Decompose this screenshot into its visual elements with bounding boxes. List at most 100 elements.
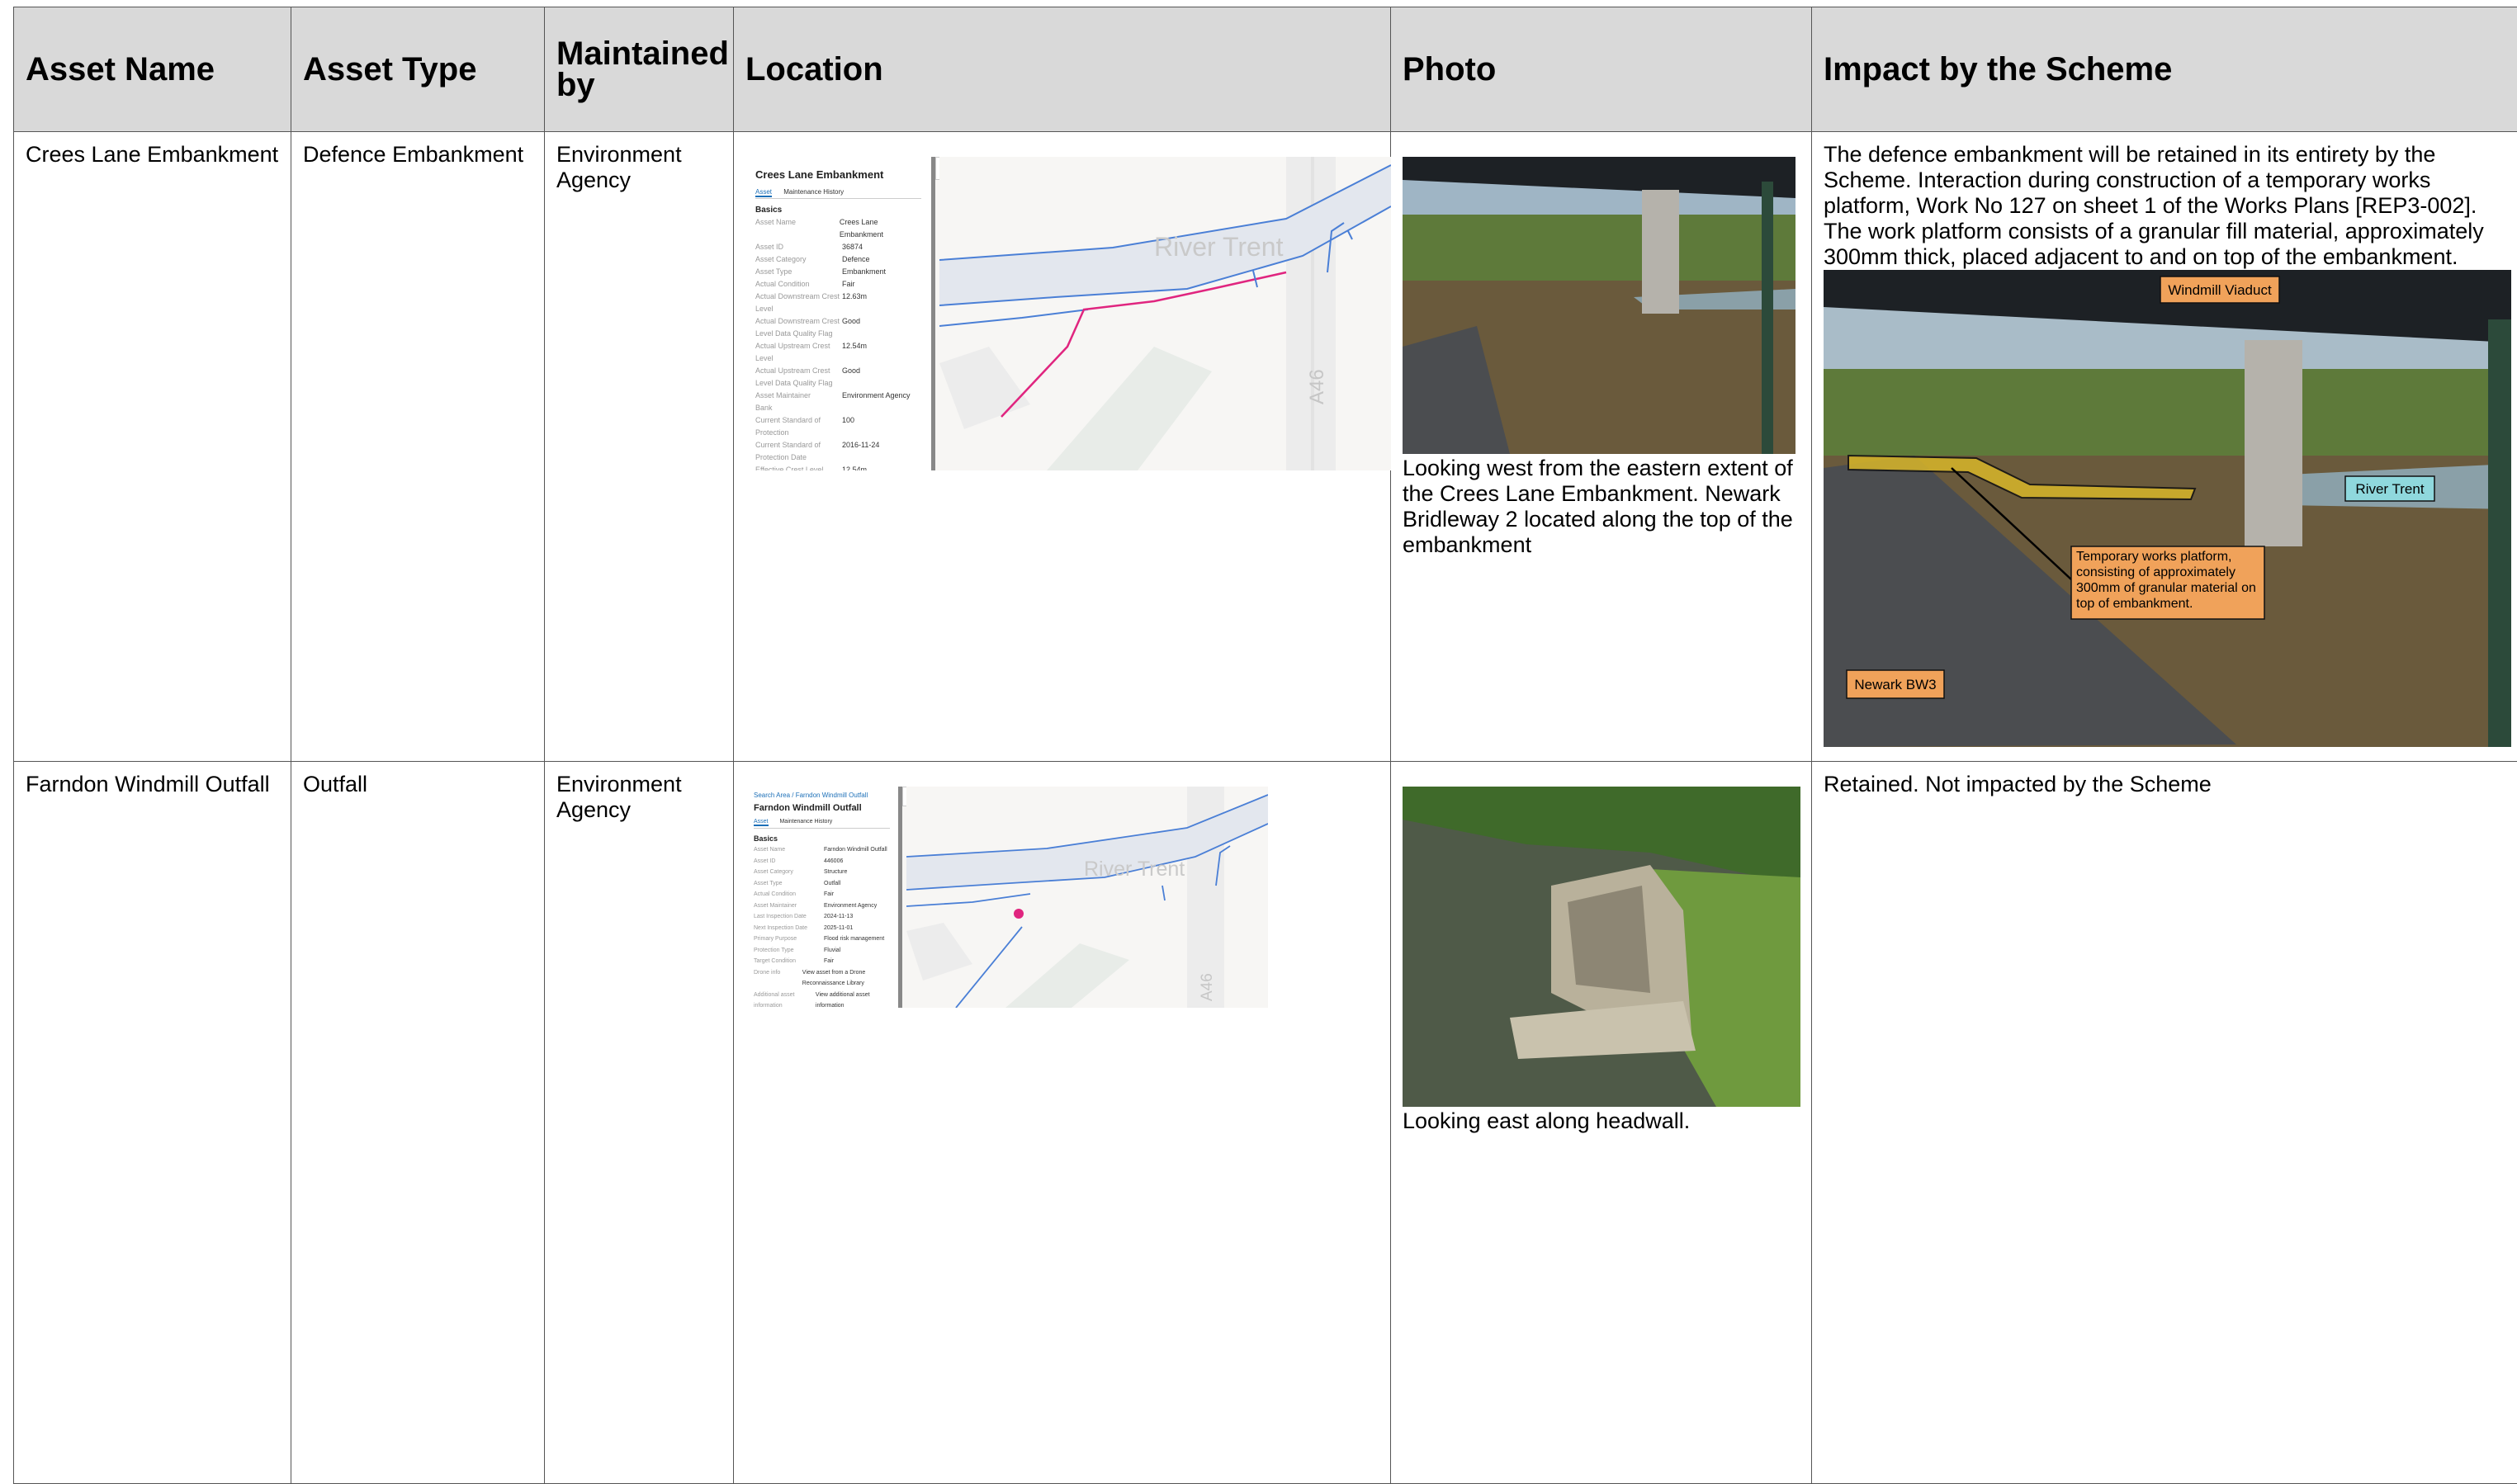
cell-photo: Looking west from the eastern extent of … [1391,132,1812,762]
panel-field-value: Structure [824,867,847,878]
tab-asset[interactable]: Asset [754,819,769,826]
cell-location: Search Area / Farndon Windmill Outfall F… [734,762,1391,1484]
panel-tabs: Asset Maintenance History [755,186,921,199]
outfall-asset-marker[interactable] [1014,909,1024,919]
panel-section-title: Basics [754,834,890,845]
cell-maintained-by: Environment Agency [545,132,734,762]
panel-field-key: Current Standard of Protection Date [755,439,842,464]
panel-field-key: Actual Upstream Crest Level [755,340,842,365]
impact-text: The defence embankment will be retained … [1824,142,2505,270]
annot-pier [2245,340,2302,546]
panel-field-value: 12.54m [842,340,867,365]
panel-field-value: 446006 [824,856,843,867]
panel-field-row: Actual ConditionFair [755,278,921,291]
header-asset-name: Asset Name [14,7,291,132]
panel-tabs: Asset Maintenance History [754,816,890,829]
cell-asset-name: Farndon Windmill Outfall [14,762,291,1484]
asset-info-panel: Crees Lane Embankment Asset Maintenance … [745,157,935,470]
header-photo: Photo [1391,7,1812,132]
panel-field-key: Actual Condition [754,889,824,900]
label-platform-wrap: Temporary works platform, consisting of … [2076,549,2261,618]
map-river-label: River Trent [1084,858,1185,881]
panel-field-value: Fair [824,956,834,967]
photo-pier-edge [1762,182,1773,454]
label-newark-bw3-text: Newark BW3 [1854,677,1936,692]
panel-field-row: Asset TypeOutfall [754,878,890,890]
panel-title: Crees Lane Embankment [755,168,921,181]
panel-field-row: Asset NameFarndon Windmill Outfall [754,844,890,856]
panel-fields: Asset NameFarndon Windmill OutfallAsset … [754,844,890,1008]
panel-field-value: 2024-11-13 [824,911,853,923]
panel-field-key: Drone info [754,967,802,990]
asset-info-panel: Search Area / Farndon Windmill Outfall F… [745,787,902,1008]
panel-field-value: Fair [842,278,855,291]
panel-field-value: Good [842,315,860,340]
panel-field-key: Effective Crest Level [755,464,842,470]
cell-impact: Retained. Not impacted by the Scheme [1812,762,2517,1484]
panel-field-key: Next Inspection Date [754,923,824,934]
photo-trees [1403,215,1795,289]
panel-field-row: Protection TypeFluvial [754,945,890,957]
panel-field-value: Outfall [824,878,840,890]
panel-field-row: Last Inspection Date2024-11-13 [754,911,890,923]
header-location: Location [734,7,1391,132]
panel-field-row: Target ConditionFair [754,956,890,967]
panel-field-value: Environment Agency [824,900,877,912]
table-row: Farndon Windmill Outfall Outfall Environ… [14,762,2517,1484]
panel-field-key: Asset Maintainer [755,390,842,402]
tab-asset[interactable]: Asset [755,188,772,197]
panel-field-row: Asset TypeEmbankment [755,266,921,278]
panel-field-key: Last Inspection Date [754,911,824,923]
asset-table: Asset Name Asset Type Maintained by Loca… [13,7,2517,1484]
panel-field-value: 12.63m [842,291,867,315]
panel-field-value: View additional asset information [816,990,890,1009]
location-map[interactable]: Crees Lane Embankment Asset Maintenance … [745,157,1391,470]
location-map[interactable]: Search Area / Farndon Windmill Outfall F… [745,787,1268,1008]
photo-caption: Looking west from the eastern extent of … [1403,456,1800,558]
panel-field-key: Asset Name [755,216,840,241]
cell-impact: The defence embankment will be retained … [1812,132,2517,762]
panel-field-row: Actual Downstream Crest Level12.63m [755,291,921,315]
panel-field-row: Effective Crest Level12.54m [755,464,921,470]
panel-field-value: Fluvial [824,945,840,957]
panel-field-row: Actual Upstream Crest Level12.54m [755,340,921,365]
panel-field-row: Primary PurposeFlood risk management [754,933,890,945]
panel-breadcrumb[interactable]: Search Area / Farndon Windmill Outfall [754,790,890,801]
panel-field-row: Drone infoView asset from a Drone Reconn… [754,967,890,990]
label-platform-text: Temporary works platform, consisting of … [2076,549,2261,612]
panel-field-key: Asset Category [754,867,824,878]
panel-field-key: Asset Type [754,878,824,890]
panel-field-row: Actual ConditionFair [754,889,890,900]
label-windmill-viaduct-text: Windmill Viaduct [2168,282,2272,298]
panel-field-key: Asset ID [755,241,842,253]
panel-field-value: Flood risk management [824,933,884,945]
cell-maintained-by: Environment Agency [545,762,734,1484]
panel-field-row: Actual Upstream Crest Level Data Quality… [755,365,921,390]
panel-field-row: Current Standard of Protection Date2016-… [755,439,921,464]
panel-field-row: Bank [755,402,921,414]
map-canvas: River Trent A46 [939,157,1391,470]
panel-field-row: Asset MaintainerEnvironment Agency [754,900,890,912]
panel-field-value: Environment Agency [842,390,911,402]
tab-maintenance-history[interactable]: Maintenance History [779,819,832,825]
header-row: Asset Name Asset Type Maintained by Loca… [14,7,2517,132]
panel-field-key: Actual Downstream Crest Level [755,291,842,315]
panel-field-row: Next Inspection Date2025-11-01 [754,923,890,934]
panel-field-value: Crees Lane Embankment [840,216,921,241]
panel-field-key: Asset Maintainer [754,900,824,912]
map-river-label: River Trent [1154,232,1284,262]
map-road-label: A46 [1306,369,1328,404]
cell-asset-type: Outfall [291,762,545,1484]
tab-maintenance-history[interactable]: Maintenance History [783,188,844,196]
annotated-photo: Windmill Viaduct River Trent Temporary w… [1824,270,2511,747]
panel-field-value: Good [842,365,860,390]
panel-field-key: Additional asset information [754,990,816,1009]
panel-field-key: Actual Upstream Crest Level Data Quality… [755,365,842,390]
panel-field-key: Asset Name [754,844,824,856]
panel-field-key: Actual Downstream Crest Level Data Quali… [755,315,842,340]
panel-field-value: Defence [842,253,870,266]
panel-title: Farndon Windmill Outfall [754,803,890,815]
panel-field-row: Additional asset informationView additio… [754,990,890,1009]
cell-photo: Looking east along headwall. [1391,762,1812,1484]
header-impact: Impact by the Scheme [1812,7,2517,132]
